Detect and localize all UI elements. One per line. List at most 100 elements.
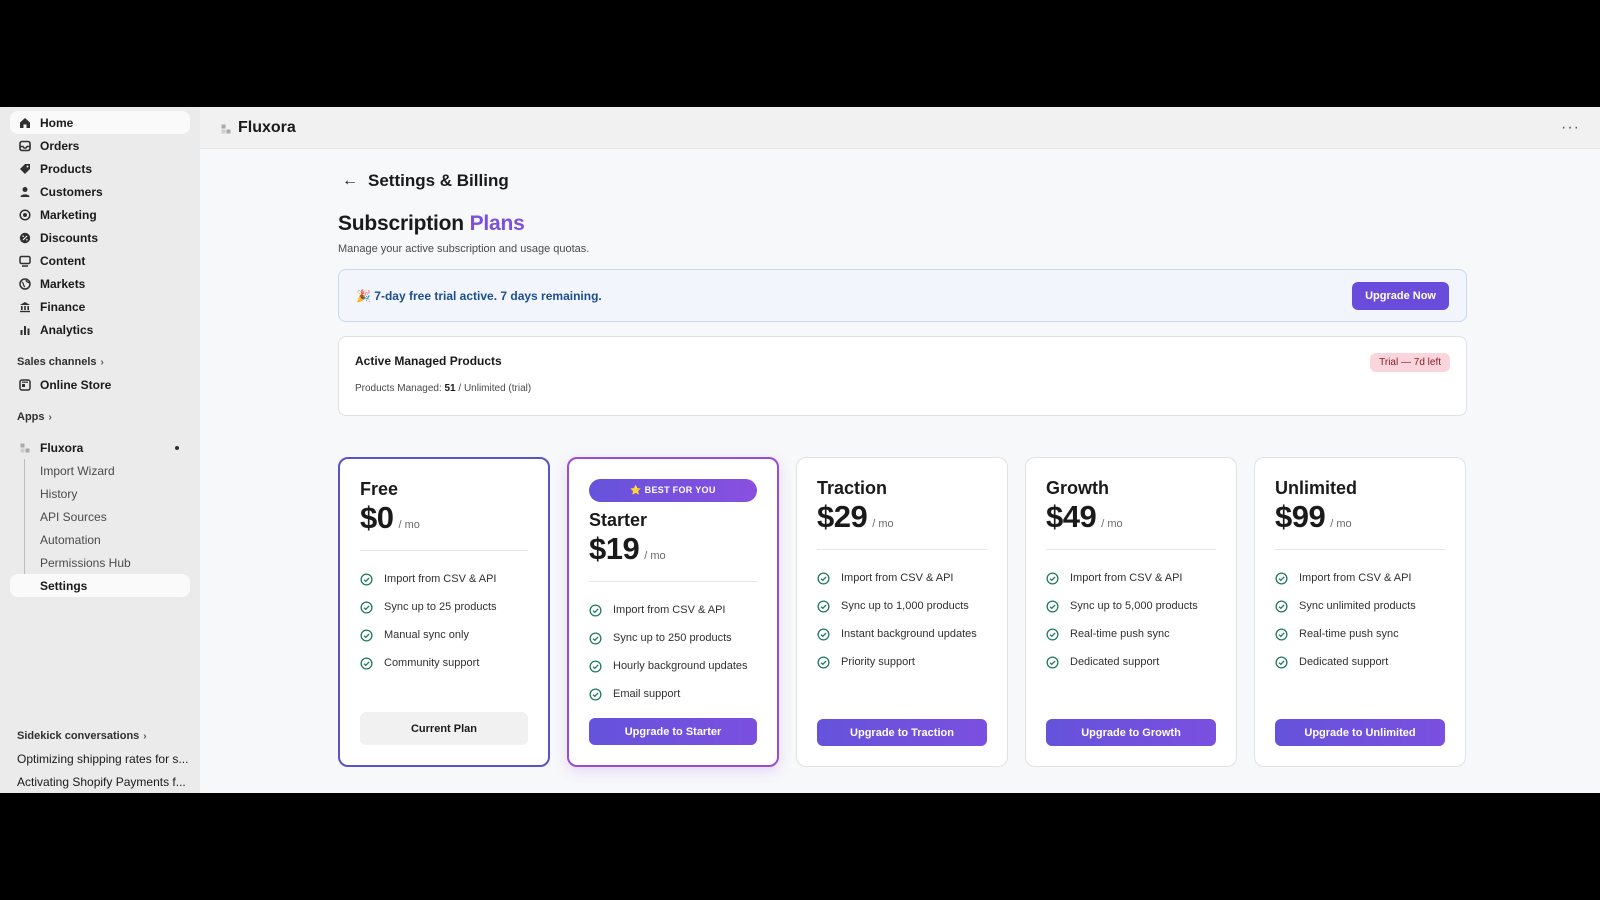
sidebar-item-customers[interactable]: Customers xyxy=(10,180,190,203)
sidebar-item-label: Discounts xyxy=(40,230,99,245)
more-options-icon[interactable]: ··· xyxy=(1561,119,1580,137)
orders-icon xyxy=(19,140,31,152)
check-circle-icon xyxy=(360,572,373,586)
app-subnav: Import Wizard History API Sources Automa… xyxy=(10,459,190,597)
subnav-label: API Sources xyxy=(40,509,107,524)
sidekick-section: Sidekick conversations › Optimizing ship… xyxy=(10,725,190,793)
divider xyxy=(817,549,987,550)
feature-label: Dedicated support xyxy=(1299,656,1389,668)
sidebar-item-label: Orders xyxy=(40,138,80,153)
subnav-import-wizard[interactable]: Import Wizard xyxy=(10,459,190,482)
sales-channels-header[interactable]: Sales channels › xyxy=(10,351,190,373)
plan-name: Traction xyxy=(817,478,888,498)
sidekick-header[interactable]: Sidekick conversations › xyxy=(10,725,190,747)
sidebar-item-marketing[interactable]: Marketing xyxy=(10,203,190,226)
upgrade-to-starter-button[interactable]: Upgrade to Starter xyxy=(589,718,757,745)
check-circle-icon xyxy=(360,600,373,614)
sidebar-item-label: Customers xyxy=(40,184,103,199)
app-icon xyxy=(19,442,31,454)
feature-label: Sync unlimited products xyxy=(1299,600,1416,612)
products-managed-text: Products Managed: 51 / Unlimited (trial) xyxy=(355,383,1450,394)
chevron-right-icon: › xyxy=(48,411,52,423)
subnav-automation[interactable]: Automation xyxy=(10,528,190,551)
feature-item: Import from CSV & API xyxy=(1275,564,1445,592)
check-circle-icon xyxy=(1275,655,1288,669)
upgrade-to-traction-button[interactable]: Upgrade to Traction xyxy=(817,719,987,746)
feature-label: Import from CSV & API xyxy=(1299,572,1412,584)
check-circle-icon xyxy=(1046,599,1059,613)
subnav-history[interactable]: History xyxy=(10,482,190,505)
chevron-right-icon: › xyxy=(143,730,147,742)
back-arrow-icon[interactable]: ← xyxy=(342,172,364,190)
sidebar-item-fluxora[interactable]: Fluxora xyxy=(10,436,190,459)
conversation-item[interactable]: Activating Shopify Payments f... xyxy=(10,770,190,793)
globe-icon xyxy=(19,277,31,290)
price-period: / mo xyxy=(1101,518,1123,530)
feature-label: Sync up to 1,000 products xyxy=(841,600,969,612)
section-subtitle: Manage your active subscription and usag… xyxy=(338,243,590,255)
check-circle-icon xyxy=(360,628,373,642)
feature-item: Real-time push sync xyxy=(1275,620,1445,648)
sidebar-item-markets[interactable]: Markets xyxy=(10,272,190,295)
sidebar-item-orders[interactable]: Orders xyxy=(10,134,190,157)
sidebar-item-analytics[interactable]: Analytics xyxy=(10,318,190,341)
subnav-api-sources[interactable]: API Sources xyxy=(10,505,190,528)
plan-price: $0 / mo xyxy=(360,500,528,536)
apps-header[interactable]: Apps › xyxy=(10,406,190,428)
price-amount: $49 xyxy=(1046,499,1097,534)
sidebar-item-discounts[interactable]: Discounts xyxy=(10,226,190,249)
feature-label: Community support xyxy=(384,657,480,669)
check-circle-icon xyxy=(1046,627,1059,641)
page-title: Settings & Billing xyxy=(368,171,509,190)
check-circle-icon xyxy=(1046,571,1059,585)
sidebar-item-label: Marketing xyxy=(40,207,97,222)
conversation-item[interactable]: Optimizing shipping rates for s... xyxy=(10,747,190,770)
card-title: Active Managed Products xyxy=(355,354,502,368)
check-circle-icon xyxy=(1275,571,1288,585)
feature-item: Import from CSV & API xyxy=(1046,564,1216,592)
plan-price: $29 / mo xyxy=(817,499,987,535)
feature-label: Import from CSV & API xyxy=(384,573,497,585)
apps-label: Apps xyxy=(17,411,45,423)
feature-label: Dedicated support xyxy=(1070,656,1160,668)
subnav-label: Import Wizard xyxy=(40,463,115,478)
check-circle-icon xyxy=(817,571,830,585)
feature-label: Hourly background updates xyxy=(613,660,748,672)
subnav-settings[interactable]: Settings xyxy=(10,574,190,597)
plan-card-free: Free $0 / mo Import from CSV & API Sync u… xyxy=(338,457,550,767)
conversation-label: Optimizing shipping rates for s... xyxy=(17,751,189,766)
upgrade-to-unlimited-button[interactable]: Upgrade to Unlimited xyxy=(1275,719,1445,746)
sidebar-item-label: Fluxora xyxy=(40,440,84,455)
divider xyxy=(589,581,757,582)
upgrade-now-button[interactable]: Upgrade Now xyxy=(1352,281,1449,310)
sidebar-item-label: Markets xyxy=(40,276,86,291)
sidebar-item-finance[interactable]: Finance xyxy=(10,295,190,318)
check-circle-icon xyxy=(589,631,602,645)
upgrade-to-growth-button[interactable]: Upgrade to Growth xyxy=(1046,719,1216,746)
sidebar-item-content[interactable]: Content xyxy=(10,249,190,272)
price-period: / mo xyxy=(398,519,420,531)
feature-item: Dedicated support xyxy=(1046,648,1216,676)
feature-item: Email support xyxy=(589,680,757,708)
sidebar-item-products[interactable]: Products xyxy=(10,157,190,180)
pin-dot-icon xyxy=(175,445,179,450)
feature-item: Instant background updates xyxy=(817,620,987,648)
divider xyxy=(1046,549,1216,550)
plan-name: Growth xyxy=(1046,478,1109,498)
check-circle-icon xyxy=(589,659,602,673)
status-badge: Trial — 7d left xyxy=(1370,353,1450,372)
check-circle-icon xyxy=(360,656,373,670)
conversation-label: Activating Shopify Payments f... xyxy=(17,774,186,789)
sidebar-item-online-store[interactable]: Online Store xyxy=(10,373,190,396)
sidebar-item-label: Content xyxy=(40,253,86,268)
trial-text: 7-day free trial active. 7 days remainin… xyxy=(374,288,602,303)
check-circle-icon xyxy=(817,599,830,613)
subnav-permissions-hub[interactable]: Permissions Hub xyxy=(10,551,190,574)
check-circle-icon xyxy=(1046,655,1059,669)
current-plan-button[interactable]: Current Plan xyxy=(360,712,528,745)
sidebar-item-home[interactable]: Home xyxy=(10,111,190,134)
subnav-label: Settings xyxy=(40,578,88,593)
plan-card-starter: ⭐ BEST FOR YOU Starter $19 / mo Import fr… xyxy=(567,457,779,767)
subnav-label: History xyxy=(40,486,78,501)
sidebar-item-label: Online Store xyxy=(40,377,112,392)
